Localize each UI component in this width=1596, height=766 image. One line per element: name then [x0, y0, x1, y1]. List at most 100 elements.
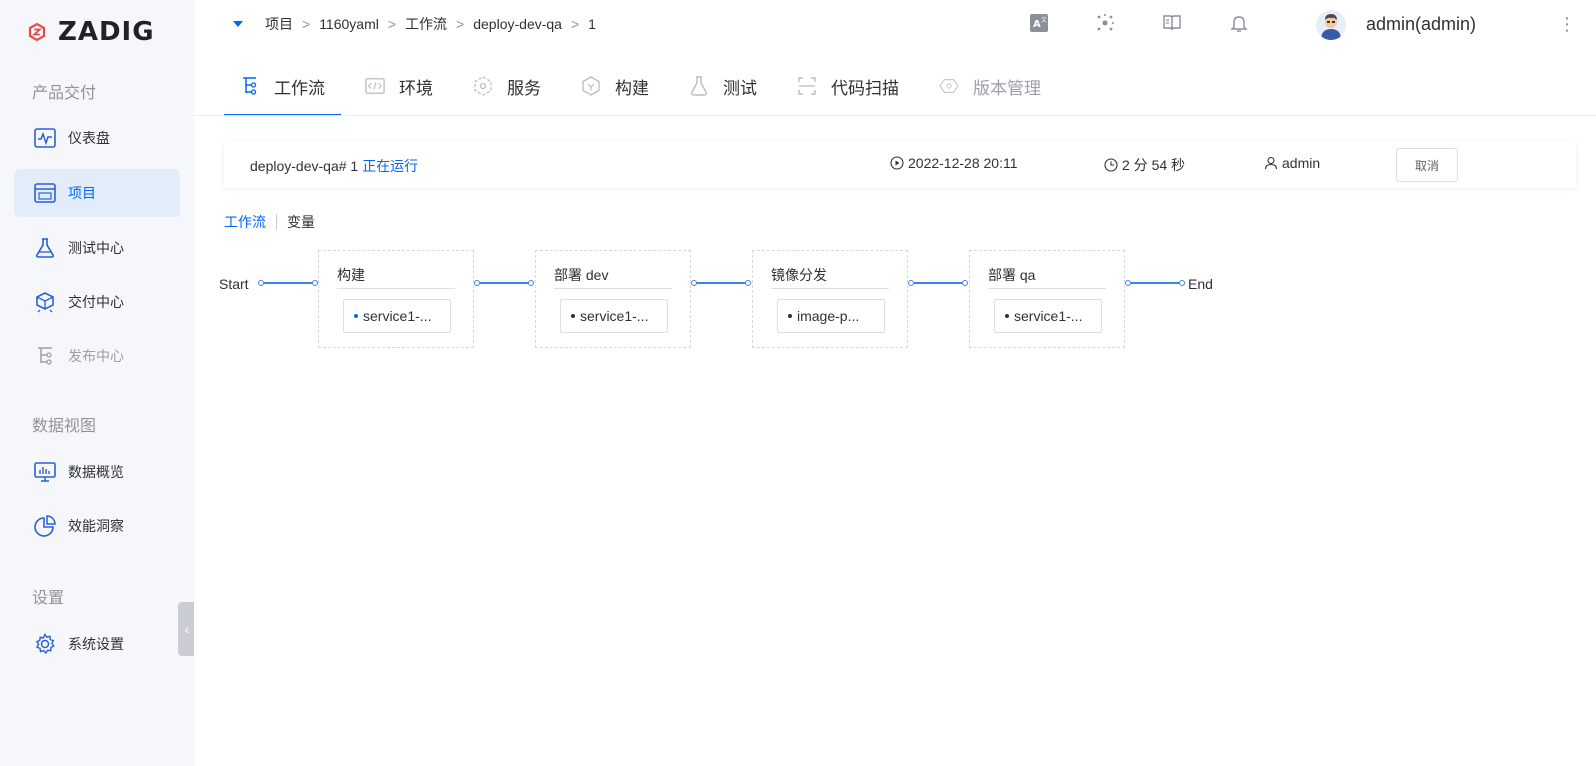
breadcrumb-separator: > — [570, 16, 580, 32]
avatar[interactable] — [1316, 10, 1346, 40]
stage-deploy-dev: 部署 dev service1-... — [535, 250, 691, 348]
connector-line — [1131, 282, 1181, 284]
scan-icon — [797, 76, 817, 96]
docs-book-icon[interactable] — [1161, 12, 1183, 34]
job-name: service1-... — [1014, 308, 1083, 324]
breadcrumb-item-projects[interactable]: 项目 — [265, 14, 293, 34]
svg-text:文: 文 — [1041, 16, 1047, 24]
pipeline-graph: Start 构建 service1-... 部署 dev service1-..… — [194, 116, 1596, 766]
connector-node — [528, 280, 534, 286]
environment-icon — [365, 76, 385, 96]
tab-label: 版本管理 — [973, 78, 1041, 98]
job-status-dot — [1005, 314, 1009, 318]
sidebar-item-project[interactable]: 项目 — [14, 169, 180, 217]
chart-monitor-icon — [34, 461, 56, 483]
app-window: ZADIG 产品交付 仪表盘 项目 测试中心 交付中心 发布中心 数据视图 数据… — [0, 0, 1596, 766]
connector-node — [962, 280, 968, 286]
tab-label: 服务 — [507, 78, 541, 98]
tab-label: 构建 — [615, 78, 649, 98]
stage-title: 部署 qa — [988, 267, 1036, 283]
stage-image-distribute: 镜像分发 image-p... — [752, 250, 908, 348]
sidebar-item-dashboard[interactable]: 仪表盘 — [14, 114, 180, 162]
sidebar-section-settings: 设置 — [32, 590, 65, 607]
release-icon — [34, 345, 56, 367]
version-icon — [939, 76, 959, 96]
bell-icon[interactable] — [1228, 12, 1250, 34]
workflow-run-detail: deploy-dev-qa# 1 正在运行 2022-12-28 20:11 2 … — [194, 116, 1596, 766]
tab-version-management[interactable]: 版本管理 — [923, 56, 1057, 116]
tab-label: 代码扫描 — [831, 78, 899, 98]
stage-divider — [771, 288, 889, 289]
project-icon — [34, 182, 56, 204]
sidebar-item-test-center[interactable]: 测试中心 — [14, 224, 180, 272]
sidebar-item-data-overview[interactable]: 数据概览 — [14, 448, 180, 496]
sidebar-section-delivery: 产品交付 — [32, 85, 97, 102]
sidebar-item-insights[interactable]: 效能洞察 — [14, 502, 180, 550]
sidebar-item-system-settings[interactable]: 系统设置 — [14, 620, 180, 668]
stage-title: 构建 — [337, 267, 365, 283]
job-status-dot — [571, 314, 575, 318]
sidebar-item-label: 仪表盘 — [68, 130, 110, 146]
connector-node — [1179, 280, 1185, 286]
sidebar-item-label: 效能洞察 — [68, 518, 124, 534]
svg-text:A: A — [1033, 19, 1041, 30]
sidebar-item-label: 发布中心 — [68, 348, 124, 364]
flask-icon — [34, 237, 56, 259]
delivery-icon — [34, 291, 56, 313]
tab-test[interactable]: 测试 — [673, 56, 773, 116]
sidebar-item-label: 数据概览 — [68, 464, 124, 480]
job-name: service1-... — [580, 308, 649, 324]
pipeline-start-label: Start — [219, 276, 249, 292]
job-name: service1-... — [363, 308, 432, 324]
brand-logo[interactable]: ZADIG — [28, 14, 155, 50]
workflow-icon — [240, 76, 260, 96]
stage-title: 镜像分发 — [771, 267, 827, 283]
user-name[interactable]: admin(admin) — [1366, 14, 1476, 35]
job-card[interactable]: service1-... — [560, 299, 668, 333]
more-menu-icon[interactable]: ⋮ — [1558, 14, 1576, 35]
sidebar-item-label: 系统设置 — [68, 636, 124, 652]
sidebar-item-label: 项目 — [68, 185, 96, 201]
job-card[interactable]: service1-... — [994, 299, 1102, 333]
network-icon[interactable] — [1094, 12, 1116, 34]
build-icon — [581, 76, 601, 96]
tab-label: 工作流 — [274, 78, 325, 98]
pie-chart-icon — [34, 515, 56, 537]
connector-line — [480, 282, 530, 284]
zadig-logo-icon — [28, 23, 46, 41]
tab-label: 测试 — [723, 78, 757, 98]
project-tabs: 工作流 环境 服务 构建 测试 代码扫描 版本管理 — [224, 56, 1065, 116]
sidebar-item-delivery-center[interactable]: 交付中心 — [14, 278, 180, 326]
test-icon — [689, 76, 709, 96]
service-icon — [473, 76, 493, 96]
stage-divider — [337, 288, 455, 289]
breadcrumb-caret-icon[interactable] — [233, 21, 243, 27]
breadcrumb-item-project[interactable]: 1160yaml — [319, 16, 379, 32]
translate-icon[interactable]: A文 — [1028, 12, 1050, 34]
connector-line — [697, 282, 747, 284]
breadcrumb-item-workflows[interactable]: 工作流 — [405, 14, 447, 34]
sidebar-item-release-center[interactable]: 发布中心 — [14, 332, 180, 380]
breadcrumb-separator: > — [387, 16, 397, 32]
sidebar-item-label: 交付中心 — [68, 294, 124, 310]
breadcrumb-separator: > — [456, 16, 465, 32]
breadcrumb-separator: > — [302, 16, 311, 32]
tab-environment[interactable]: 环境 — [349, 56, 449, 116]
tab-service[interactable]: 服务 — [457, 56, 557, 116]
connector-line — [914, 282, 964, 284]
job-status-dot — [788, 314, 792, 318]
job-card[interactable]: service1-... — [343, 299, 451, 333]
stage-deploy-qa: 部署 qa service1-... — [969, 250, 1125, 348]
breadcrumb-item-workflow[interactable]: deploy-dev-qa — [473, 16, 562, 32]
job-card[interactable]: image-p... — [777, 299, 885, 333]
sidebar-item-label: 测试中心 — [68, 240, 124, 256]
stage-divider — [988, 288, 1106, 289]
tab-label: 环境 — [399, 78, 433, 98]
job-status-dot — [354, 314, 358, 318]
tab-code-scan[interactable]: 代码扫描 — [781, 56, 915, 116]
gear-icon — [34, 633, 56, 655]
tab-build[interactable]: 构建 — [565, 56, 665, 116]
tab-workflow[interactable]: 工作流 — [224, 56, 341, 116]
connector-line — [264, 282, 318, 284]
breadcrumb-item-run: 1 — [588, 16, 596, 32]
